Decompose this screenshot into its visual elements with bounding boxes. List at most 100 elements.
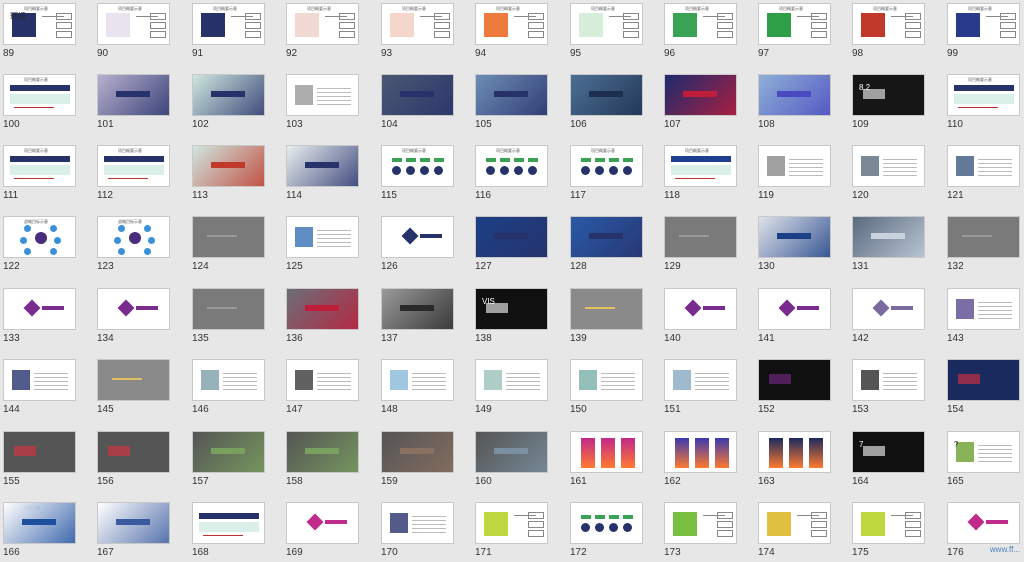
slide-preview[interactable] [192, 359, 265, 401]
slide-thumbnail[interactable]: 134 [94, 288, 188, 348]
slide-thumbnail[interactable]: 121 [944, 145, 1024, 205]
slide-thumbnail[interactable]: 项目概要示意 111 [0, 145, 94, 205]
slide-preview[interactable] [381, 288, 454, 330]
slide-preview[interactable] [381, 216, 454, 258]
slide-thumbnail[interactable]: 104 [378, 74, 472, 134]
slide-thumbnail[interactable]: 项目概要示意 116 [472, 145, 566, 205]
slide-preview[interactable] [947, 288, 1020, 330]
slide-thumbnail[interactable]: 119 [755, 145, 849, 205]
slide-preview[interactable] [192, 145, 265, 187]
slide-thumbnail[interactable]: 150 [567, 359, 661, 419]
slide-preview[interactable] [192, 74, 265, 116]
slide-thumbnail[interactable]: 169 [283, 502, 377, 562]
slide-thumbnail[interactable]: 163 [755, 431, 849, 491]
slide-thumbnail[interactable]: 108 [755, 74, 849, 134]
slide-preview[interactable] [664, 359, 737, 401]
slide-preview[interactable] [570, 431, 643, 473]
slide-preview[interactable]: 战略目标示意 [3, 216, 76, 258]
slide-thumbnail[interactable]: 128 [567, 216, 661, 276]
slide-preview[interactable] [758, 288, 831, 330]
slide-thumbnail[interactable]: 120 [849, 145, 943, 205]
slide-preview[interactable]: 项目概要示意 [97, 3, 170, 45]
slide-thumbnail[interactable]: 161 [567, 431, 661, 491]
slide-preview[interactable] [286, 216, 359, 258]
slide-preview[interactable]: 项目概要示意 环境 [3, 3, 76, 45]
slide-preview[interactable] [852, 502, 925, 544]
slide-thumbnail[interactable]: 124 [189, 216, 283, 276]
slide-thumbnail[interactable]: 101 [94, 74, 188, 134]
slide-preview[interactable] [664, 431, 737, 473]
slide-thumbnail[interactable]: 125 [283, 216, 377, 276]
slide-thumbnail[interactable]: 162 [661, 431, 755, 491]
slide-preview[interactable] [192, 288, 265, 330]
slide-preview[interactable] [852, 145, 925, 187]
slide-thumbnail[interactable]: 152 [755, 359, 849, 419]
slide-preview[interactable]: 项目概要示意 [3, 145, 76, 187]
slide-thumbnail[interactable]: 137 [378, 288, 472, 348]
slide-thumbnail[interactable]: 102 [189, 74, 283, 134]
slide-preview[interactable]: 项目概要示意 [664, 145, 737, 187]
slide-preview[interactable] [286, 431, 359, 473]
slide-preview[interactable]: 项目概要示意 [381, 145, 454, 187]
slide-thumbnail[interactable]: 项目概要示意 118 [661, 145, 755, 205]
slide-thumbnail[interactable]: 171 [472, 502, 566, 562]
slide-preview[interactable]: 项目概要示意 [570, 145, 643, 187]
slide-thumbnail[interactable]: 154 [944, 359, 1024, 419]
slide-preview[interactable]: 8.2 [852, 74, 925, 116]
slide-thumbnail[interactable]: 战略目标示意 123 [94, 216, 188, 276]
slide-preview[interactable] [758, 74, 831, 116]
slide-thumbnail[interactable]: 战略目标示意 122 [0, 216, 94, 276]
slide-thumbnail[interactable]: VIS 138 [472, 288, 566, 348]
slide-preview[interactable]: 7 [852, 431, 925, 473]
slide-preview[interactable] [664, 502, 737, 544]
slide-preview[interactable] [286, 288, 359, 330]
slide-preview[interactable]: 项目概要示意 [852, 3, 925, 45]
slide-preview[interactable] [475, 502, 548, 544]
slide-preview[interactable]: 项目概要示意 [475, 3, 548, 45]
slide-preview[interactable] [570, 359, 643, 401]
slide-preview[interactable] [381, 502, 454, 544]
slide-thumbnail[interactable]: 174 [755, 502, 849, 562]
slide-thumbnail[interactable]: 113 [189, 145, 283, 205]
slide-preview[interactable] [381, 74, 454, 116]
slide-thumbnail[interactable]: 153 [849, 359, 943, 419]
slide-preview[interactable] [286, 502, 359, 544]
slide-preview[interactable] [570, 74, 643, 116]
slide-preview[interactable] [475, 74, 548, 116]
slide-thumbnail[interactable]: 142 [849, 288, 943, 348]
slide-preview[interactable] [947, 359, 1020, 401]
slide-preview[interactable] [381, 431, 454, 473]
slide-preview[interactable]: ? [947, 431, 1020, 473]
slide-preview[interactable] [947, 145, 1020, 187]
slide-thumbnail[interactable]: 项目概要示意 110 [944, 74, 1024, 134]
slide-thumbnail[interactable]: 105 [472, 74, 566, 134]
slide-thumbnail[interactable]: 项目概要示意 100 [0, 74, 94, 134]
slide-thumbnail[interactable]: 167 [94, 502, 188, 562]
slide-preview[interactable] [664, 216, 737, 258]
slide-thumbnail[interactable]: 项目概要示意 96 [661, 3, 755, 63]
slide-thumbnail[interactable]: 145 [94, 359, 188, 419]
slide-preview[interactable] [852, 359, 925, 401]
slide-thumbnail[interactable]: 131 [849, 216, 943, 276]
slide-preview[interactable] [664, 288, 737, 330]
slide-thumbnail[interactable]: 107 [661, 74, 755, 134]
slide-preview[interactable] [758, 502, 831, 544]
slide-thumbnail[interactable]: 148 [378, 359, 472, 419]
slide-preview[interactable]: 项目概要示意 [570, 3, 643, 45]
slide-preview[interactable]: 项目概要示意 [286, 3, 359, 45]
slide-thumbnail[interactable]: 130 [755, 216, 849, 276]
slide-thumbnail[interactable]: 170 [378, 502, 472, 562]
slide-thumbnail[interactable]: 144 [0, 359, 94, 419]
slide-thumbnail[interactable]: 135 [189, 288, 283, 348]
slide-preview[interactable]: 项目概要示意 [97, 145, 170, 187]
slide-preview[interactable] [3, 431, 76, 473]
slide-preview[interactable]: VIS [475, 288, 548, 330]
slide-thumbnail[interactable]: 172 [567, 502, 661, 562]
slide-preview[interactable] [947, 216, 1020, 258]
slide-thumbnail[interactable]: 7 164 [849, 431, 943, 491]
slide-preview[interactable]: 项目概要示意 [381, 3, 454, 45]
slide-thumbnail[interactable]: 132 [944, 216, 1024, 276]
slide-thumbnail[interactable]: 127 [472, 216, 566, 276]
slide-thumbnail[interactable]: 项目概要示意 99 [944, 3, 1024, 63]
slide-thumbnail[interactable]: 133 [0, 288, 94, 348]
